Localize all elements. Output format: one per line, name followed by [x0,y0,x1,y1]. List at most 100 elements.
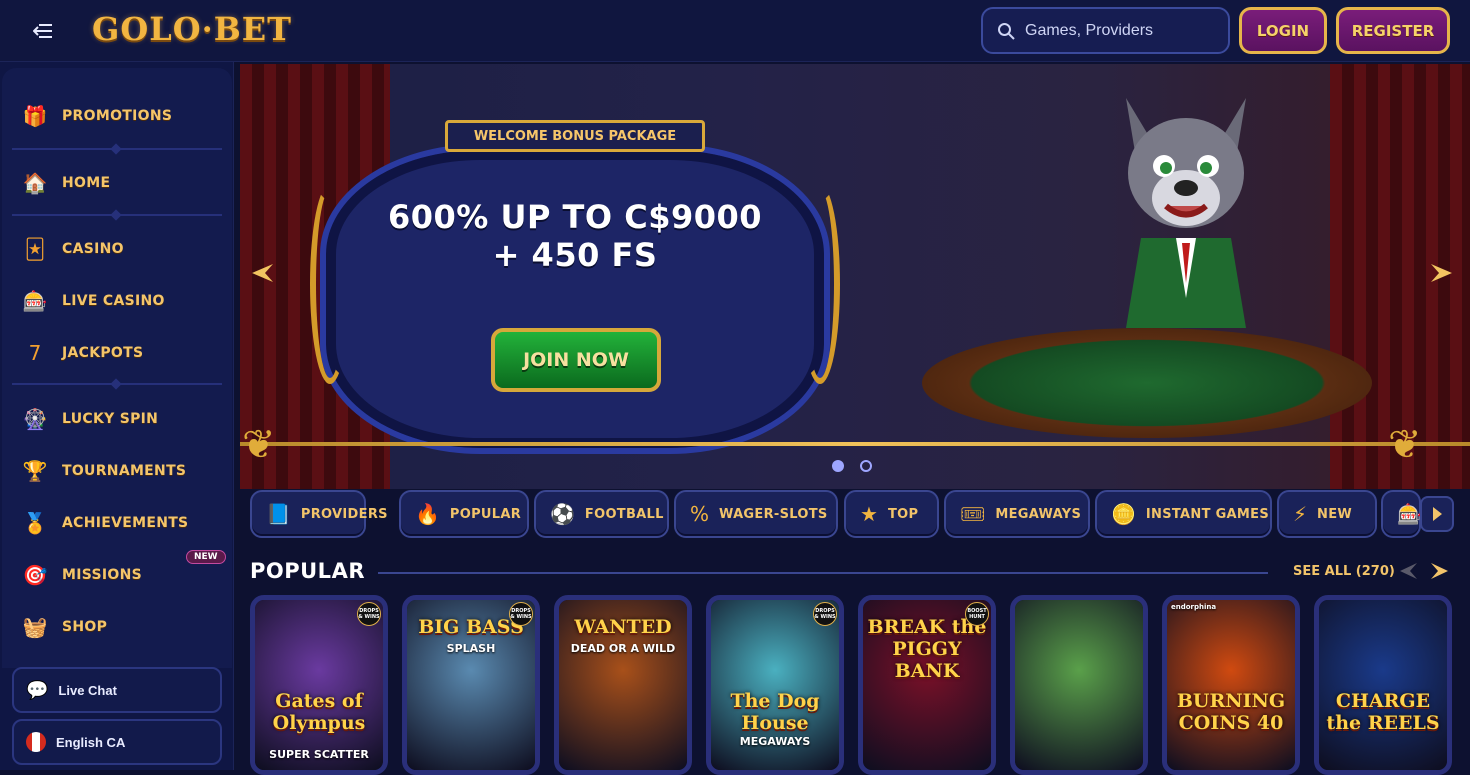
poker-table [922,328,1372,438]
slide-dot-2[interactable] [860,460,872,472]
login-button[interactable]: LOGIN [1239,7,1327,54]
game-title: BREAK the PIGGY BANK [867,616,987,682]
game-title: Gates of Olympus [272,690,366,734]
ticket-icon: 🎟 [960,502,986,526]
sidebar-item-tournaments[interactable]: 🏆 TOURNAMENTS [20,453,186,489]
chips-icon: 🎰 [22,289,48,313]
category-wager-slots[interactable]: % WAGER-SLOTS [674,490,838,538]
live-chat-button[interactable]: 💬 Live Chat [12,667,222,713]
game-title: BURNING COINS 40 [1176,690,1286,734]
house-icon: 🏠 [22,171,48,195]
games-next-arrow-icon[interactable] [1428,559,1452,583]
games-prev-arrow-icon[interactable] [1396,559,1420,583]
sidebar-item-missions[interactable]: 🎯 MISSIONS [20,557,142,593]
live-chat-label: Live Chat [58,682,117,698]
football-icon: ⚽ [550,502,575,526]
search-icon [998,22,1015,40]
category-label: FOOTBALL [584,506,664,522]
basket-icon: 🧺 [22,615,48,639]
language-selector[interactable]: English CA [12,719,222,765]
category-label: PROVIDERS [300,506,388,522]
game-artwork [1167,600,1295,770]
hero-banner: WELCOME BONUS PACKAGE 600% UP TO C$9000 … [240,64,1470,489]
category-megaways[interactable]: 🎟 MEGAWAYS [944,490,1090,538]
sidebar-item-label: LUCKY SPIN [62,411,159,427]
sidebar-item-jackpots[interactable]: 7 JACKPOTS [20,335,143,371]
sidebar-item-promotions[interactable]: 🎁 PROMOTIONS [20,98,172,134]
sidebar-item-label: CASINO [62,241,124,257]
category-instant-games[interactable]: 🪙 INSTANT GAMES [1095,490,1272,538]
category-top[interactable]: ★ TOP [844,490,939,538]
sidebar-item-shop[interactable]: 🧺 SHOP [20,609,107,645]
category-label: NEW [1317,506,1353,522]
category-popular[interactable]: 🔥 POPULAR [399,490,529,538]
search-input[interactable] [1025,21,1215,40]
sidebar-divider [12,383,222,385]
game-card[interactable]: CHARGE the REELS [1314,595,1452,775]
sidebar-divider [12,214,222,216]
gold-divider [240,442,1470,446]
game-card[interactable]: BREAK the PIGGY BANK BOOST HUNT [858,595,996,775]
game-title: WANTED [574,616,672,638]
category-label: TOP [887,506,919,522]
sidebar-item-live-casino[interactable]: 🎰 LIVE CASINO [20,283,165,319]
medal-icon: 🏅 [22,511,48,535]
category-row: ⚡ NEW 🪙 INSTANT GAMES 🎟 MEGAWAYS ★ TOP% WAGER-SL… [250,490,1454,538]
category-label: INSTANT GAMES [1145,506,1269,522]
sidebar-item-label: ACHIEVEMENTS [62,515,189,531]
lightning-icon: ⚡ [1293,502,1308,526]
join-now-button[interactable]: JOIN NOW [491,328,661,392]
sidebar-item-achievements[interactable]: 🏅 ACHIEVEMENTS [20,505,189,541]
banner-prev-arrow-icon[interactable] [248,260,276,286]
slide-dot-1[interactable] [832,460,844,472]
sidebar-item-label: PROMOTIONS [62,108,173,124]
wolf-mascot [1126,98,1246,328]
collapse-menu-icon[interactable] [30,18,56,44]
welcome-bonus-tag: WELCOME BONUS PACKAGE [445,120,705,152]
ornament-right-icon: ❦ [1388,422,1422,468]
game-title: The Dog House [730,690,820,734]
game-card[interactable]: WANTED DEAD OR A WILD [554,595,692,775]
fire-icon: 🔥 [415,502,440,526]
logo[interactable]: GOLO·BET [92,10,292,48]
promo-badge: DROPS & WINS [509,602,533,626]
ornament-left-icon: ❦ [242,422,276,468]
sidebar-item-label: HOME [62,175,111,191]
sidebar-item-label: JACKPOTS [62,345,144,361]
sidebar-item-casino[interactable]: 🃏 CASINO [20,231,124,267]
game-card[interactable]: The Dog House MEGAWAYS DROPS & WINS [706,595,844,775]
target-icon: 🎯 [22,563,48,587]
game-subtitle: MEGAWAYS [739,735,811,748]
see-all-link[interactable]: SEE ALL (270) [1293,564,1395,579]
banner-next-arrow-icon[interactable] [1428,260,1456,286]
game-card[interactable]: BURNING COINS 40 endorphina [1162,595,1300,775]
game-card[interactable] [1010,595,1148,775]
register-button[interactable]: REGISTER [1336,7,1450,54]
game-subtitle: SPLASH [446,642,496,655]
category-football[interactable]: ⚽ FOOTBALL [534,490,669,538]
sidebar-item-label: TOURNAMENTS [62,463,187,479]
promo-badge: DROPS & WINS [357,602,381,626]
section-divider [378,572,1268,574]
sidebar-item-home[interactable]: 🏠 HOME [20,165,110,201]
laurel-right [800,184,840,384]
category-new[interactable]: ⚡ NEW [1277,490,1377,538]
promo-badge: DROPS & WINS [813,602,837,626]
game-title: CHARGE the REELS [1326,690,1440,734]
game-subtitle: DEAD OR A WILD [570,642,676,655]
sidebar-item-lucky-spin[interactable]: 🎡 LUCKY SPIN [20,401,158,437]
search-box[interactable] [981,7,1230,54]
promo-badge: BOOST HUNT [965,602,989,626]
provider-label: endorphina [1171,603,1217,611]
category-providers[interactable]: 📘 PROVIDERS [250,490,387,538]
canada-flag-icon [26,732,46,752]
game-card[interactable]: Gates of Olympus SUPER SCATTER DROPS & WIN… [250,595,388,775]
category-partial[interactable]: 🎰 [1381,490,1422,538]
game-artwork [1319,600,1447,770]
category-label: POPULAR [449,506,522,522]
slot-machine-icon: 🎰 [1397,502,1422,526]
sidebar-item-label: SHOP [62,619,108,635]
game-card[interactable]: BIG BASS SPLASH DROPS & WINS [402,595,540,775]
game-subtitle: SUPER SCATTER [269,748,369,761]
category-next-icon[interactable] [1420,496,1454,532]
